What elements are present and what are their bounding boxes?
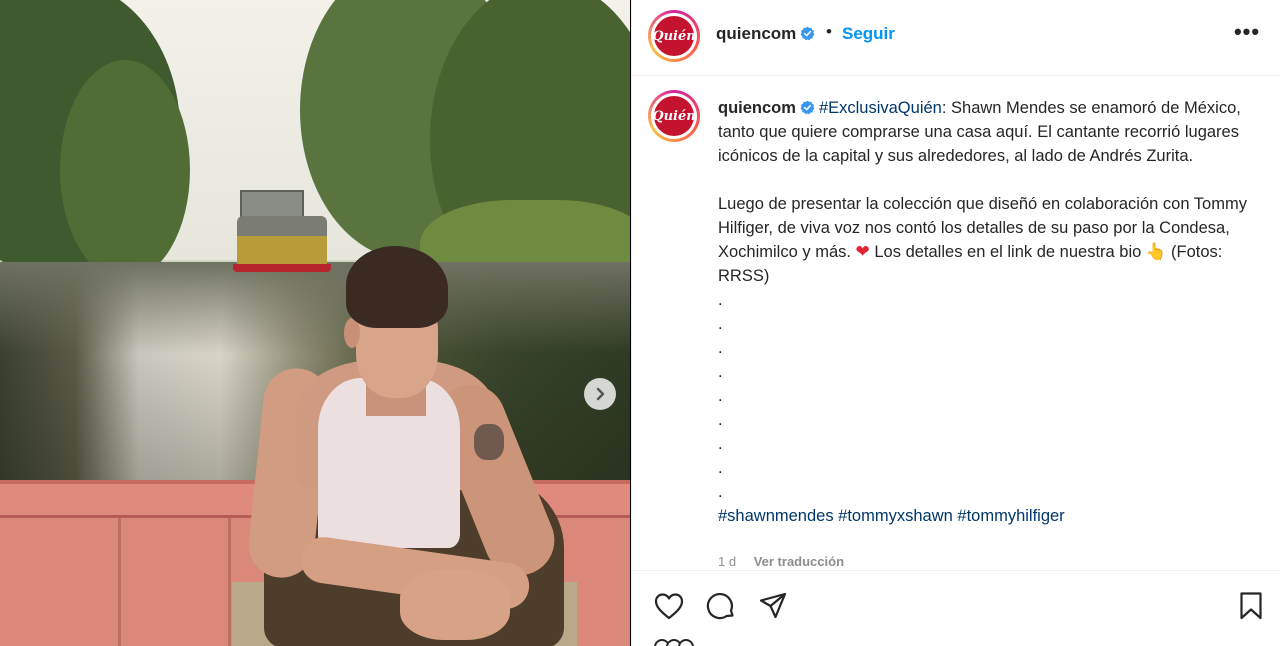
share-icon bbox=[759, 592, 787, 619]
like-button[interactable] bbox=[652, 589, 686, 623]
caption-username[interactable]: quiencom bbox=[718, 99, 796, 117]
caption-dot-line: . bbox=[718, 435, 723, 453]
follow-button[interactable]: Seguir bbox=[842, 24, 895, 44]
separator-dot: • bbox=[826, 22, 832, 41]
avatar[interactable]: Quién bbox=[648, 10, 700, 62]
heart-emoji-icon: ❤ bbox=[855, 242, 870, 261]
liked-by-avatars bbox=[654, 639, 724, 646]
verified-badge-icon bbox=[800, 26, 815, 41]
chevron-right-icon bbox=[596, 387, 605, 401]
verified-badge-icon bbox=[800, 100, 815, 115]
caption-paragraph-2b: Los detalles en el link de nuestra bio bbox=[869, 243, 1146, 261]
post-photo bbox=[0, 0, 630, 646]
avatar[interactable]: Quién bbox=[648, 90, 700, 142]
post-panel: Quién quiencom • Seguir ••• Quién quienc… bbox=[631, 0, 1280, 646]
pointing-hand-emoji-icon: 👆 bbox=[1145, 243, 1167, 261]
hashtag-link[interactable]: #ExclusivaQuién bbox=[819, 99, 942, 117]
author-username-link[interactable]: quiencom bbox=[716, 24, 815, 44]
caption-text: quiencom #ExclusivaQuién: Shawn Mendes se… bbox=[718, 96, 1258, 528]
heart-icon bbox=[654, 593, 684, 620]
caption-meta: 1 d Ver traducción bbox=[718, 554, 858, 568]
caption-dot-line: . bbox=[718, 363, 723, 381]
avatar-logo: Quién bbox=[652, 96, 696, 136]
share-button[interactable] bbox=[756, 589, 790, 623]
photo-person bbox=[0, 0, 630, 646]
author-username: quiencom bbox=[716, 24, 797, 43]
hashtag-link[interactable]: #shawnmendes bbox=[718, 507, 834, 525]
comment-button[interactable] bbox=[704, 589, 738, 623]
caption-dot-line: . bbox=[718, 291, 723, 309]
caption-dot-line: . bbox=[718, 411, 723, 429]
save-button[interactable] bbox=[1234, 589, 1268, 623]
hashtag-link[interactable]: #tommyxshawn bbox=[838, 507, 953, 525]
bookmark-icon bbox=[1240, 592, 1262, 620]
avatar-logo: Quién bbox=[652, 16, 696, 56]
action-bar bbox=[632, 570, 1280, 646]
caption-dot-line: . bbox=[718, 339, 723, 357]
comment-icon bbox=[706, 592, 734, 620]
caption-dot-line: . bbox=[718, 387, 723, 405]
post-timestamp[interactable]: 1 d bbox=[718, 554, 736, 568]
caption-dot-line: . bbox=[718, 483, 723, 501]
more-options-button[interactable]: ••• bbox=[1232, 21, 1262, 48]
see-translation-link[interactable]: Ver traducción bbox=[754, 554, 844, 568]
post-header: Quién quiencom • Seguir ••• bbox=[632, 0, 1280, 76]
hashtag-link[interactable]: #tommyhilfiger bbox=[957, 507, 1064, 525]
caption-dot-line: . bbox=[718, 459, 723, 477]
caption-dot-line: . bbox=[718, 315, 723, 333]
caption-area: Quién quiencom #ExclusivaQuién: Shawn Men… bbox=[632, 76, 1280, 568]
caption-paragraph-1: : Shawn Mendes se enamoró de México, tan… bbox=[718, 99, 1241, 165]
next-photo-button[interactable] bbox=[584, 378, 616, 410]
